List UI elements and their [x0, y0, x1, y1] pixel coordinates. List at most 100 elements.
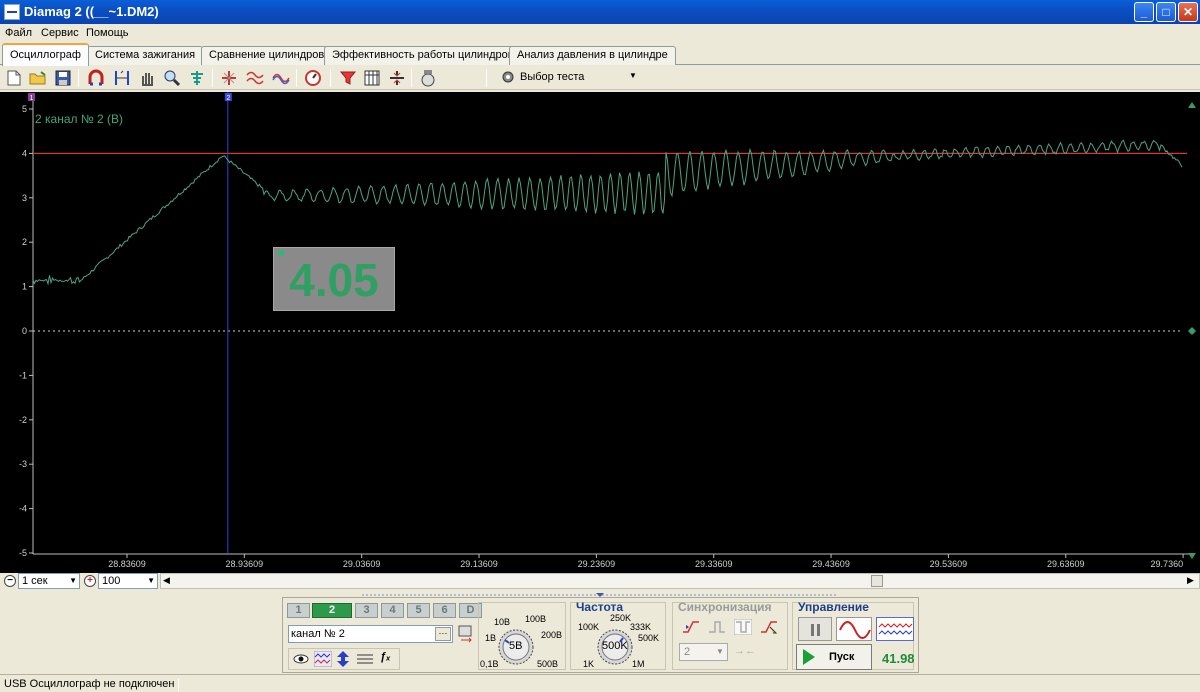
freq-500k-label: 500K	[638, 633, 660, 643]
value-readout[interactable]: 4.05	[273, 247, 395, 311]
wave-filter-icon[interactable]	[313, 650, 333, 670]
channel-settings-icon[interactable]	[457, 624, 475, 647]
control-title: Управление	[798, 600, 869, 614]
auto-icon[interactable]	[418, 68, 438, 88]
elapsed-time: 41.98	[882, 651, 915, 666]
close-button[interactable]: ✕	[1178, 2, 1198, 22]
y-tick-label: -1	[19, 370, 27, 380]
frequency-knob[interactable]: 500K	[596, 628, 634, 666]
pause-button[interactable]	[798, 617, 832, 641]
voltage-01v-label: 0,1В	[480, 659, 499, 669]
channel-button-5[interactable]: 5	[407, 603, 430, 618]
hand-pan-icon[interactable]	[137, 68, 157, 88]
trigger-pulse-up-icon[interactable]	[708, 619, 726, 638]
x-tick-label: 29.13609	[460, 559, 498, 569]
tree-signal-icon[interactable]	[187, 68, 207, 88]
y-tick-label: 3	[22, 193, 27, 203]
scrollbar-thumb[interactable]	[871, 575, 883, 587]
oscilloscope-view[interactable]: 5 4 3 2 1 0 -1 -2 -3 -4 -5 28.83609 28.93609 29.0360…	[0, 92, 1200, 573]
start-button-label: Пуск	[829, 651, 855, 663]
auto-scale-icon[interactable]	[303, 68, 323, 88]
cursor-measure-icon[interactable]	[112, 68, 132, 88]
marker-label: 2	[226, 95, 230, 102]
time-scale-select[interactable]: 1 сек ▼	[18, 573, 80, 589]
save-disk-icon[interactable]	[53, 68, 73, 88]
tab-bar: Осциллограф Система зажигания Сравнение …	[0, 43, 1200, 66]
split-icon[interactable]	[387, 68, 407, 88]
tab-ignition[interactable]: Система зажигания	[87, 46, 204, 65]
x-tick-label: 28.83609	[108, 559, 146, 569]
point-count-value: 100	[102, 575, 121, 587]
chevron-down-icon: ▼	[69, 576, 77, 585]
open-folder-icon[interactable]	[28, 68, 48, 88]
new-file-icon[interactable]	[4, 68, 24, 88]
channel-button-4[interactable]: 4	[381, 603, 404, 618]
browse-button[interactable]: ···	[435, 627, 451, 641]
menu-service[interactable]: Сервис	[41, 27, 79, 39]
tab-cylinder-pressure[interactable]: Анализ давления в цилиндре	[509, 46, 676, 65]
tab-cylinder-efficiency[interactable]: Эффективность работы цилиндров	[324, 46, 522, 65]
sync-channel-select[interactable]: 2 ▼	[679, 643, 728, 661]
lines-icon[interactable]	[356, 651, 374, 670]
grid-icon[interactable]	[362, 68, 382, 88]
single-wave-button[interactable]	[836, 617, 872, 641]
vertical-move-icon[interactable]	[336, 650, 350, 671]
frequency-value: 500K	[602, 640, 628, 652]
eye-icon[interactable]	[292, 651, 310, 670]
zoom-icon[interactable]	[162, 68, 182, 88]
chevron-down-icon: ▼	[716, 647, 724, 656]
chevron-down-icon: ▼	[147, 576, 155, 585]
filter-icon[interactable]	[338, 68, 358, 88]
trigger-auto-icon[interactable]	[760, 619, 778, 638]
y-tick-label: -4	[19, 504, 27, 514]
crosshair-icon[interactable]	[219, 68, 239, 88]
test-select[interactable]: Выбор теста ▼	[498, 68, 640, 87]
zoom-in-icon[interactable]: +	[84, 575, 96, 587]
tab-cylinder-compare[interactable]: Сравнение цилиндров	[201, 46, 333, 65]
multi-wave-button[interactable]	[876, 617, 914, 641]
status-bar: USB Осциллограф не подключен	[0, 674, 1200, 692]
sync-offset-icon[interactable]: →←	[734, 645, 756, 657]
x-tick-label: 29.53609	[930, 559, 968, 569]
channel-button-6[interactable]: 6	[433, 603, 456, 618]
horizontal-scrollbar[interactable]: ◀ ▶	[160, 573, 1200, 589]
point-count-select[interactable]: 100 ▼	[98, 573, 158, 589]
magnet-icon[interactable]	[86, 68, 106, 88]
scroll-left-icon[interactable]: ◀	[163, 575, 170, 586]
voltage-200v-label: 200В	[541, 630, 563, 640]
oscilloscope-canvas[interactable]: 5 4 3 2 1 0 -1 -2 -3 -4 -5 28.83609 28.93609 29.0360…	[0, 92, 1200, 573]
trigger-rise-icon[interactable]	[682, 619, 700, 638]
scroll-right-icon[interactable]: ▶	[1187, 575, 1194, 586]
y-tick-label: 0	[22, 326, 27, 336]
trigger-pulse-down-icon[interactable]	[733, 618, 753, 638]
multi-wave-icon	[878, 623, 913, 635]
x-tick-label: 29.33609	[695, 559, 733, 569]
y-tick-label: 1	[22, 282, 27, 292]
channel-button-1[interactable]: 1	[287, 603, 310, 618]
tab-oscilloscope[interactable]: Осциллограф	[2, 43, 89, 66]
menu-file[interactable]: Файл	[5, 27, 32, 39]
channel-name-field[interactable]: канал № 2 ···	[288, 625, 453, 643]
channel-name-value: канал № 2	[291, 628, 345, 640]
function-icon[interactable]: ƒₓ	[380, 651, 390, 663]
chevron-down-icon: ▼	[629, 71, 637, 80]
x-tick-label: 28.93609	[226, 559, 264, 569]
freq-1k-label: 1K	[583, 659, 595, 669]
title-bar: Diamag 2 ((__~1.DM2) _ □ ✕	[0, 0, 1200, 24]
voltage-1v-label: 1В	[485, 633, 497, 643]
zoom-out-icon[interactable]: −	[4, 575, 16, 587]
channel-button-3[interactable]: 3	[355, 603, 378, 618]
voltage-knob[interactable]: 5В	[497, 628, 535, 666]
wave-overlay-icon[interactable]	[271, 68, 291, 88]
menu-bar: Файл Сервис Помощь	[0, 24, 1200, 43]
marker-label: 1	[30, 95, 34, 102]
y-tick-label: -3	[19, 459, 27, 469]
menu-help[interactable]: Помощь	[86, 27, 129, 39]
channel-button-2[interactable]: 2	[312, 603, 352, 618]
start-button[interactable]: Пуск	[796, 644, 872, 670]
minimize-button[interactable]: _	[1134, 2, 1154, 22]
x-tick-label: 29.7360	[1151, 559, 1184, 569]
maximize-button[interactable]: □	[1156, 2, 1176, 22]
voltage-100v-label: 100В	[525, 614, 547, 624]
wave-compare-icon[interactable]	[245, 68, 265, 88]
